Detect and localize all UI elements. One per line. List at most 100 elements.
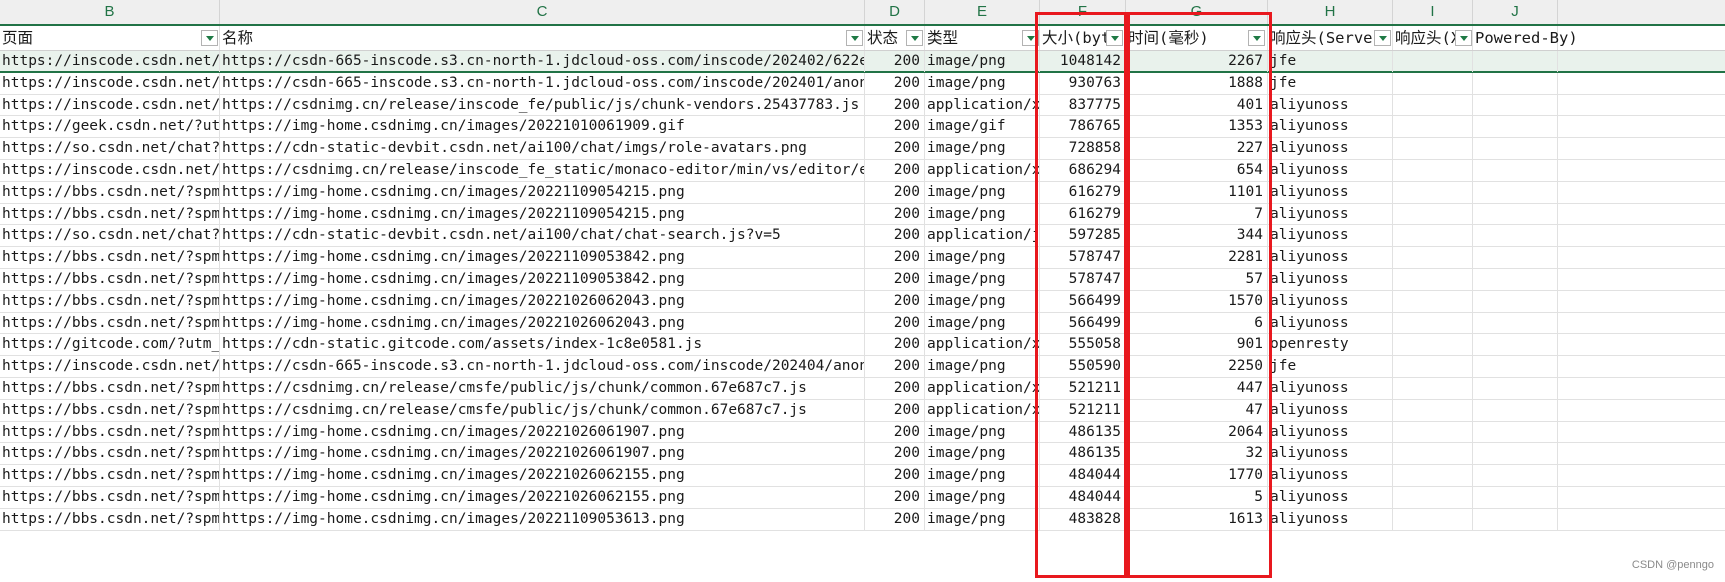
cell-page[interactable]: https://geek.csdn.net/?utm_ bbox=[0, 116, 220, 138]
table-row[interactable]: https://bbs.csdn.net/?spm=1 https://img-h… bbox=[0, 203, 1725, 226]
cell-empty[interactable] bbox=[1473, 116, 1558, 138]
cell-empty[interactable] bbox=[1393, 247, 1473, 268]
cell-empty[interactable] bbox=[1473, 94, 1558, 116]
cell-server[interactable]: aliyunoss bbox=[1268, 399, 1393, 421]
cell-name[interactable]: https://csdnimg.cn/release/inscode_fe/pu… bbox=[220, 94, 865, 116]
table-row[interactable]: https://inscode.csdn.net/?u https://csdn-… bbox=[0, 72, 1725, 95]
cell-server[interactable]: aliyunoss bbox=[1268, 312, 1393, 334]
table-row[interactable]: https://inscode.csdn.net/?u https://csdn-… bbox=[0, 51, 1725, 73]
cell-status[interactable]: 200 bbox=[865, 312, 925, 334]
cell-server[interactable]: jfe bbox=[1268, 356, 1393, 377]
cell-type[interactable]: image/png bbox=[925, 269, 1040, 290]
cell-type[interactable]: image/png bbox=[925, 465, 1040, 486]
cell-empty[interactable] bbox=[1393, 72, 1473, 94]
cell-status[interactable]: 200 bbox=[865, 94, 925, 116]
cell-page[interactable]: https://bbs.csdn.net/?spm=1 bbox=[0, 421, 220, 443]
cell-server[interactable]: aliyunoss bbox=[1268, 269, 1393, 290]
cell-name[interactable]: https://cdn-static-devbit.csdn.net/ai100… bbox=[220, 225, 865, 247]
cell-empty[interactable] bbox=[1393, 94, 1473, 116]
cell-server[interactable]: aliyunoss bbox=[1268, 181, 1393, 203]
table-row[interactable]: https://bbs.csdn.net/?spm=1 https://img-h… bbox=[0, 312, 1725, 335]
cell-empty[interactable] bbox=[1393, 399, 1473, 421]
cell-name[interactable]: https://img-home.csdnimg.cn/images/20221… bbox=[220, 247, 865, 268]
cell-name[interactable]: https://img-home.csdnimg.cn/images/20221… bbox=[220, 312, 865, 334]
cell-type[interactable]: image/png bbox=[925, 312, 1040, 334]
cell-page[interactable]: https://so.csdn.net/chat?sp bbox=[0, 225, 220, 247]
cell-server[interactable]: aliyunoss bbox=[1268, 94, 1393, 116]
table-row[interactable]: https://bbs.csdn.net/?spm=1 https://img-h… bbox=[0, 269, 1725, 291]
cell-page[interactable]: https://so.csdn.net/chat?ut bbox=[0, 138, 220, 159]
cell-empty[interactable] bbox=[1393, 181, 1473, 203]
cell-empty[interactable] bbox=[1473, 290, 1558, 312]
cell-empty[interactable] bbox=[1473, 443, 1558, 465]
cell-name[interactable]: https://csdnimg.cn/release/cmsfe/public/… bbox=[220, 378, 865, 399]
cell-empty[interactable] bbox=[1393, 356, 1473, 377]
table-row[interactable]: https://so.csdn.net/chat?ut https://cdn-s… bbox=[0, 138, 1725, 160]
cell-empty[interactable] bbox=[1473, 508, 1558, 530]
cell-server[interactable]: jfe bbox=[1268, 72, 1393, 94]
cell-name[interactable]: https://csdnimg.cn/release/cmsfe/public/… bbox=[220, 399, 865, 421]
cell-server[interactable]: aliyunoss bbox=[1268, 508, 1393, 530]
cell-status[interactable]: 200 bbox=[865, 421, 925, 443]
cell-type[interactable]: application/x bbox=[925, 160, 1040, 181]
cell-status[interactable]: 200 bbox=[865, 181, 925, 203]
filter-dropdown-icon[interactable] bbox=[846, 30, 863, 46]
cell-status[interactable]: 200 bbox=[865, 356, 925, 377]
filter-dropdown-icon[interactable] bbox=[906, 30, 923, 46]
cell-empty[interactable] bbox=[1473, 334, 1558, 356]
cell-empty[interactable] bbox=[1473, 203, 1558, 225]
cell-empty[interactable] bbox=[1393, 138, 1473, 159]
cell-server[interactable]: aliyunoss bbox=[1268, 203, 1393, 225]
cell-server[interactable]: openresty bbox=[1268, 334, 1393, 356]
cell-type[interactable]: application/x bbox=[925, 399, 1040, 421]
cell-page[interactable]: https://bbs.csdn.net/?spm=1 bbox=[0, 399, 220, 421]
cell-status[interactable]: 200 bbox=[865, 160, 925, 181]
cell-name[interactable]: https://img-home.csdnimg.cn/images/20221… bbox=[220, 421, 865, 443]
cell-status[interactable]: 200 bbox=[865, 247, 925, 268]
cell-empty[interactable] bbox=[1393, 421, 1473, 443]
cell-status[interactable]: 200 bbox=[865, 378, 925, 399]
cell-page[interactable]: https://bbs.csdn.net/?spm=1 bbox=[0, 508, 220, 530]
table-row[interactable]: https://gitcode.com/?utm_sc https://cdn-s… bbox=[0, 334, 1725, 357]
cell-name[interactable]: https://csdnimg.cn/release/inscode_fe_st… bbox=[220, 160, 865, 181]
cell-empty[interactable] bbox=[1473, 72, 1558, 94]
cell-status[interactable]: 200 bbox=[865, 508, 925, 530]
cell-name[interactable]: https://img-home.csdnimg.cn/images/20221… bbox=[220, 181, 865, 203]
cell-page[interactable]: https://bbs.csdn.net/?spm=1 bbox=[0, 378, 220, 399]
cell-type[interactable]: image/png bbox=[925, 203, 1040, 225]
column-letter-e[interactable]: E bbox=[925, 0, 1040, 24]
cell-empty[interactable] bbox=[1393, 334, 1473, 356]
cell-empty[interactable] bbox=[1473, 487, 1558, 508]
cell-status[interactable]: 200 bbox=[865, 465, 925, 486]
cell-empty[interactable] bbox=[1473, 51, 1558, 72]
cell-page[interactable]: https://gitcode.com/?utm_sc bbox=[0, 334, 220, 356]
cell-empty[interactable] bbox=[1393, 443, 1473, 465]
cell-server[interactable]: aliyunoss bbox=[1268, 421, 1393, 443]
cell-empty[interactable] bbox=[1473, 160, 1558, 181]
cell-name[interactable]: https://img-home.csdnimg.cn/images/20221… bbox=[220, 443, 865, 465]
table-row[interactable]: https://geek.csdn.net/?utm_ https://img-h… bbox=[0, 116, 1725, 139]
cell-page[interactable]: https://bbs.csdn.net/?spm=1 bbox=[0, 443, 220, 465]
cell-empty[interactable] bbox=[1393, 51, 1473, 72]
cell-empty[interactable] bbox=[1393, 203, 1473, 225]
cell-type[interactable]: application/x bbox=[925, 94, 1040, 116]
table-row[interactable]: https://bbs.csdn.net/?spm=1 https://img-h… bbox=[0, 443, 1725, 466]
cell-name[interactable]: https://csdn-665-inscode.s3.cn-north-1.j… bbox=[220, 356, 865, 377]
cell-type[interactable]: image/png bbox=[925, 72, 1040, 94]
filter-dropdown-icon[interactable] bbox=[1455, 30, 1472, 46]
cell-name[interactable]: https://img-home.csdnimg.cn/images/20221… bbox=[220, 508, 865, 530]
cell-server[interactable]: jfe bbox=[1268, 51, 1393, 72]
column-letter-b[interactable]: B bbox=[0, 0, 220, 24]
cell-status[interactable]: 200 bbox=[865, 225, 925, 247]
cell-type[interactable]: image/png bbox=[925, 138, 1040, 159]
cell-server[interactable]: aliyunoss bbox=[1268, 160, 1393, 181]
cell-status[interactable]: 200 bbox=[865, 399, 925, 421]
column-letter-j[interactable]: J bbox=[1473, 0, 1558, 24]
cell-status[interactable]: 200 bbox=[865, 487, 925, 508]
cell-page[interactable]: https://bbs.csdn.net/?spm=1 bbox=[0, 290, 220, 312]
cell-status[interactable]: 200 bbox=[865, 334, 925, 356]
table-row[interactable]: https://so.csdn.net/chat?sp https://cdn-s… bbox=[0, 225, 1725, 248]
cell-server[interactable]: aliyunoss bbox=[1268, 225, 1393, 247]
table-row[interactable]: https://bbs.csdn.net/?spm=1 https://img-h… bbox=[0, 247, 1725, 269]
cell-empty[interactable] bbox=[1473, 465, 1558, 486]
